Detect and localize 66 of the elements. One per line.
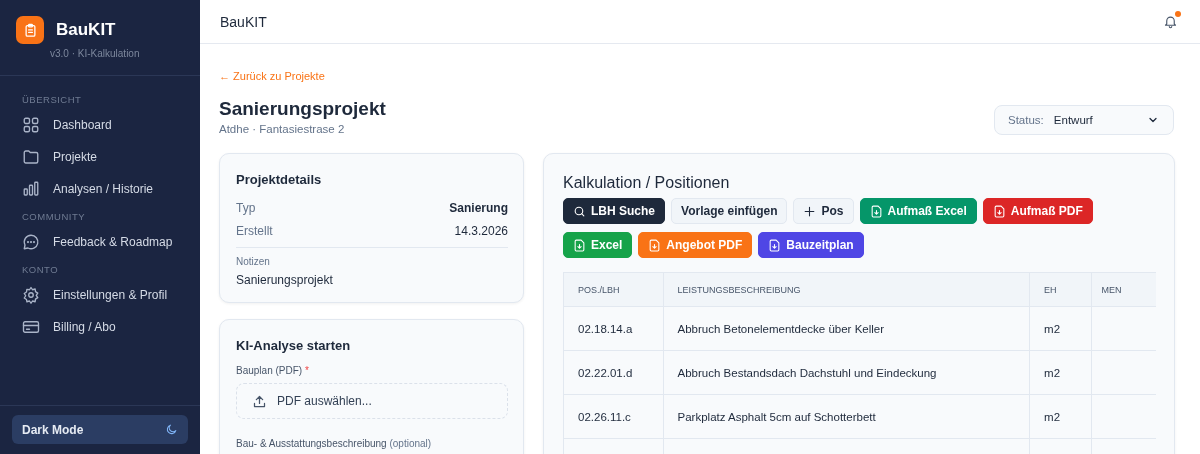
section-heading: ÜBERSICHT xyxy=(21,94,83,105)
notification-button[interactable] xyxy=(1163,14,1178,29)
file-download-icon xyxy=(992,204,1006,218)
page-title: BauKIT xyxy=(220,13,267,30)
bar-chart-icon xyxy=(22,180,40,198)
detail-value: 14.3.2026 xyxy=(454,224,508,238)
section-heading: COMMUNITY xyxy=(21,211,87,222)
file-download-icon xyxy=(573,238,586,252)
detail-label: Typ xyxy=(236,201,256,215)
table-cell: Abbruch Bestandsdach Dachstuhl und Eindeckung xyxy=(663,350,1030,395)
card-title: Projektdetails xyxy=(236,172,323,187)
export-button[interactable]: Aufmaß PDF xyxy=(982,198,1093,224)
bell-icon xyxy=(1163,14,1178,29)
sidebar-item[interactable]: Dashboard xyxy=(10,109,190,141)
file-download-icon xyxy=(768,238,782,252)
table-cell: 02.26.11.c xyxy=(564,394,664,439)
export-button[interactable]: Aufmaß Excel xyxy=(859,198,977,224)
sidebar-item[interactable]: Feedback & Roadmap xyxy=(10,226,190,258)
credit-card-icon xyxy=(22,318,40,336)
table-cell: Parkplatz Asphalt 5cm auf Schotterbett xyxy=(663,394,1030,439)
project-title: Sanierungsprojekt xyxy=(219,98,386,120)
table-cell: Abbruch Betonelementdecke über Keller xyxy=(663,306,1030,351)
brand-name: BauKIT xyxy=(56,20,116,40)
column-header: EH xyxy=(1029,273,1092,307)
upload-icon xyxy=(252,393,267,409)
chat-bubble-icon xyxy=(22,233,40,251)
plus-icon xyxy=(803,204,817,218)
file-download-icon xyxy=(869,204,883,218)
card-title: KI-Analyse starten xyxy=(236,338,352,353)
export-button[interactable]: Bauzeitplan xyxy=(758,232,864,258)
detail-value: Sanierung xyxy=(449,201,508,215)
table-cell: 02.22.01.d xyxy=(564,350,664,395)
clipboard-icon xyxy=(22,22,38,38)
table-cell: m2 xyxy=(1029,394,1092,439)
table-cell: 02.18.14.a xyxy=(564,306,664,351)
file-upload-field[interactable]: PDF auswählen... xyxy=(236,383,508,419)
project-subtitle: Atdhe · Fantasiestrase 2 xyxy=(219,123,346,135)
sidebar-item[interactable]: Analysen / Historie xyxy=(10,173,190,205)
field-label: Bau- & Ausstattungsbeschreibung (optional) xyxy=(236,438,433,449)
column-header: LEISTUNGSBESCHREIBUNG xyxy=(663,273,1030,307)
notes-label: Notizen xyxy=(236,256,271,267)
settings-icon xyxy=(22,286,40,304)
search-icon xyxy=(573,204,586,218)
column-header: MEN xyxy=(1091,273,1156,307)
field-label: Bauplan (PDF) * xyxy=(236,365,310,376)
detail-label: Erstellt xyxy=(236,224,273,238)
column-header: POS./LBH xyxy=(564,273,664,307)
section-heading: KONTO xyxy=(21,264,60,275)
version-label: v3.0 · KI-Kalkulation xyxy=(49,47,141,59)
table-cell: m2 xyxy=(1029,350,1092,395)
sidebar-item[interactable]: Billing / Abo xyxy=(10,311,190,343)
action-button[interactable]: Pos xyxy=(793,198,854,224)
action-button[interactable]: Vorlage einfügen xyxy=(671,198,788,224)
action-button[interactable]: LBH Suche xyxy=(563,198,665,224)
sidebar-item[interactable]: Einstellungen & Profil xyxy=(10,279,190,311)
moon-icon xyxy=(165,423,178,436)
table-cell: m2 xyxy=(1029,306,1092,351)
dark-mode-toggle[interactable]: Dark Mode xyxy=(12,415,188,444)
status-dropdown[interactable]: Status: Entwurf xyxy=(994,105,1174,135)
notes-text: Sanierungsprojekt xyxy=(236,273,334,287)
grid-icon xyxy=(22,116,40,134)
card-title: Kalkulation / Positionen xyxy=(563,174,731,192)
sidebar-item[interactable]: Projekte xyxy=(10,141,190,173)
folder-icon xyxy=(22,148,40,166)
notification-dot xyxy=(1175,11,1181,17)
file-download-icon xyxy=(648,238,662,252)
